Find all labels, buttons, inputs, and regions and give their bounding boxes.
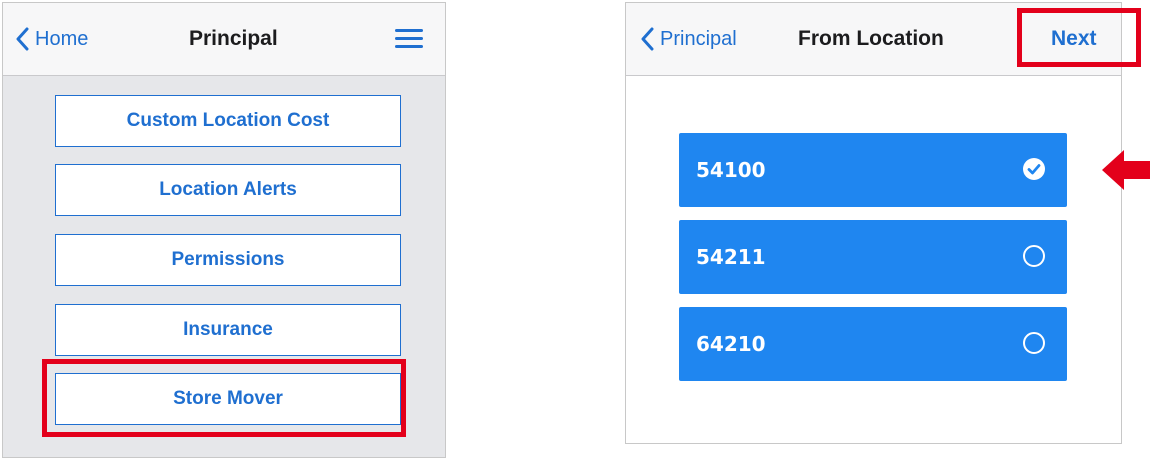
location-alerts-button[interactable]: Location Alerts [55,164,401,216]
next-highlight-box [1017,8,1141,67]
radio-unselected-icon [1023,332,1045,354]
custom-location-cost-button[interactable]: Custom Location Cost [55,95,401,147]
principal-back-button[interactable]: Principal [640,3,737,75]
hamburger-menu-icon[interactable] [395,27,425,51]
home-back-label: Home [35,27,89,50]
location-label: 54211 [696,245,766,269]
home-back-button[interactable]: Home [15,3,88,75]
permissions-button[interactable]: Permissions [55,234,401,286]
red-arrow-left-icon [1102,150,1150,190]
principal-navbar: Home Principal [3,3,445,76]
location-label: 64210 [696,332,766,356]
store-mover-highlight-box [42,359,406,437]
location-option-54100[interactable]: 54100 [679,133,1067,207]
chevron-left-icon [641,27,654,51]
location-option-64210[interactable]: 64210 [679,307,1067,381]
chevron-left-icon [16,27,29,51]
location-label: 54100 [696,158,766,182]
location-option-54211[interactable]: 54211 [679,220,1067,294]
checkmark-circle-icon [1023,158,1045,180]
insurance-button[interactable]: Insurance [55,304,401,356]
radio-unselected-icon [1023,245,1045,267]
page-title: Principal [189,27,278,50]
principal-screen: Home Principal Custom Location Cost Loca… [2,2,446,458]
page-title: From Location [798,27,944,50]
principal-back-label: Principal [660,27,737,50]
from-location-screen: Principal From Location Next 54100 54211… [625,2,1141,444]
